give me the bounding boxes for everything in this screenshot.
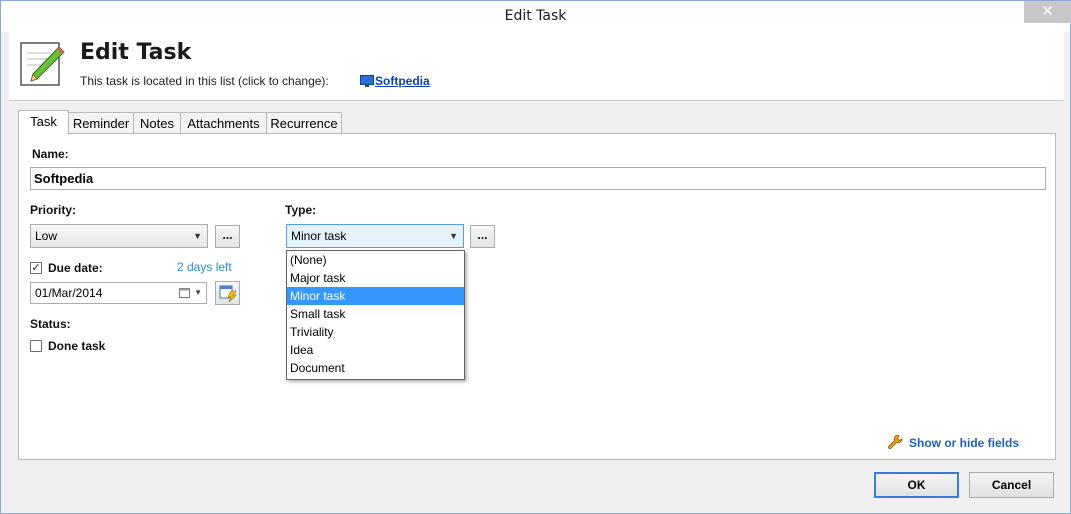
done-task-label: Done task xyxy=(48,339,106,353)
page-title: Edit Task xyxy=(80,40,192,65)
type-value: Minor task xyxy=(291,229,347,243)
list-link[interactable]: Softpedia xyxy=(357,74,430,88)
show-hide-fields-link[interactable]: Show or hide fields xyxy=(887,434,1019,450)
tab-reminder[interactable]: Reminder xyxy=(68,112,134,134)
calendar-icon xyxy=(179,288,190,298)
edit-task-window: Edit Task ✕ Edit Task This task is locat… xyxy=(0,0,1071,514)
type-select[interactable]: Minor task ▼ xyxy=(286,224,464,248)
tab-attachments[interactable]: Attachments xyxy=(180,112,267,134)
priority-select[interactable]: Low ▼ xyxy=(30,224,208,248)
done-task-checkbox[interactable] xyxy=(30,340,42,352)
due-date-input[interactable]: 01/Mar/2014 ▼ xyxy=(30,282,207,304)
type-option[interactable]: Triviality xyxy=(287,323,464,341)
close-button[interactable]: ✕ xyxy=(1024,1,1071,23)
tab-notes[interactable]: Notes xyxy=(133,112,181,134)
show-hide-fields-label[interactable]: Show or hide fields xyxy=(909,436,1019,450)
title-bar: Edit Task ✕ xyxy=(1,1,1071,32)
type-option[interactable]: Idea xyxy=(287,341,464,359)
type-option[interactable]: Small task xyxy=(287,305,464,323)
priority-value: Low xyxy=(35,229,58,243)
type-option[interactable]: (None) xyxy=(287,251,464,269)
type-label: Type: xyxy=(285,203,317,217)
list-location-text: This task is located in this list (click… xyxy=(80,74,329,88)
task-panel: Name: Softpedia Priority: Low ▼ ... Type… xyxy=(18,133,1056,460)
list-link-label[interactable]: Softpedia xyxy=(375,74,430,88)
due-date-label: Due date: xyxy=(48,261,103,275)
window-title: Edit Task xyxy=(504,8,567,24)
due-date-value: 01/Mar/2014 xyxy=(35,286,103,300)
days-left-text: 2 days left xyxy=(177,260,232,274)
tab-recurrence[interactable]: Recurrence xyxy=(266,112,342,134)
type-dropdown-list: (None) Major task Minor task Small task … xyxy=(286,250,465,380)
type-option[interactable]: Document xyxy=(287,359,464,377)
ok-button[interactable]: OK xyxy=(874,472,959,498)
calendar-flash-icon xyxy=(219,285,237,303)
wrench-icon xyxy=(887,434,903,450)
due-date-checkbox[interactable]: ✓ xyxy=(30,262,42,274)
name-label: Name: xyxy=(32,147,69,161)
name-input[interactable]: Softpedia xyxy=(30,167,1046,190)
priority-edit-button[interactable]: ... xyxy=(215,225,240,248)
tab-task[interactable]: Task xyxy=(18,110,69,135)
type-option[interactable]: Major task xyxy=(287,269,464,287)
chevron-down-icon: ▼ xyxy=(194,288,202,297)
status-label: Status: xyxy=(30,317,71,331)
dialog-header: Edit Task This task is located in this l… xyxy=(9,32,1064,101)
cancel-button[interactable]: Cancel xyxy=(969,472,1054,498)
chevron-down-icon: ▼ xyxy=(193,231,202,241)
chevron-down-icon: ▼ xyxy=(449,231,458,241)
pencil-icon xyxy=(20,42,65,86)
type-edit-button[interactable]: ... xyxy=(470,225,495,248)
priority-label: Priority: xyxy=(30,203,77,217)
type-option-selected[interactable]: Minor task xyxy=(287,287,464,305)
date-picker-button[interactable] xyxy=(215,281,240,305)
